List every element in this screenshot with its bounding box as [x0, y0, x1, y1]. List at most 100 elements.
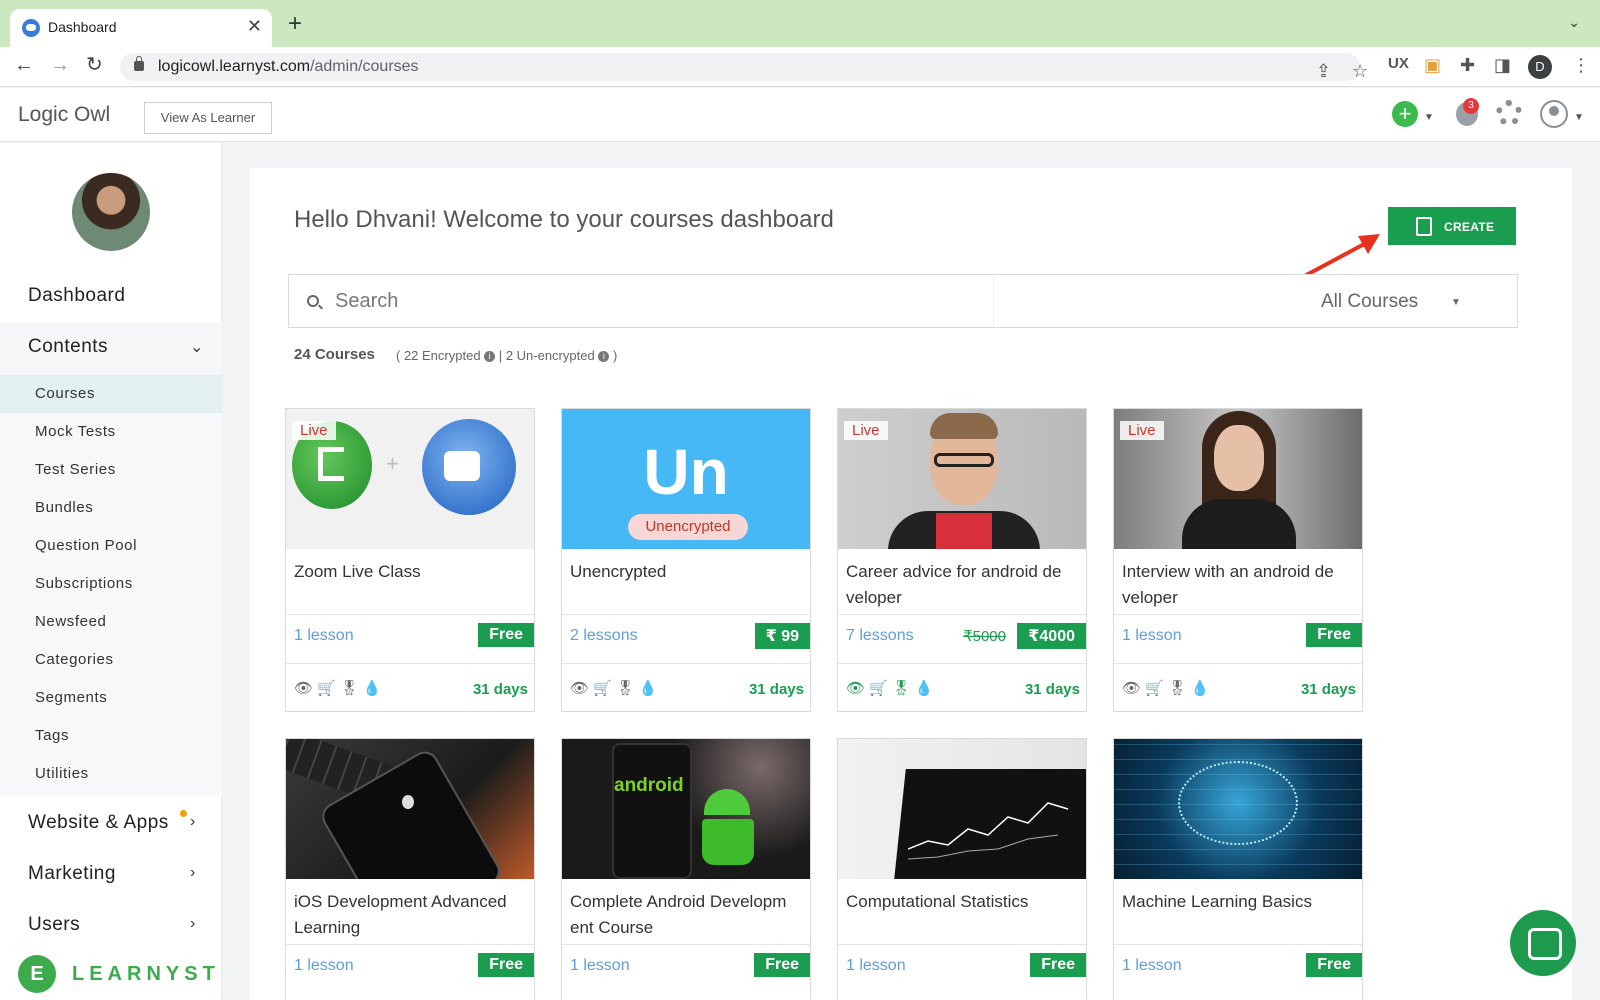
android-image[interactable]: android — [562, 739, 810, 879]
sidepanel-icon[interactable]: ◨ — [1494, 56, 1511, 74]
course-status-icons[interactable]: 👁🛒🎖💧 — [570, 679, 661, 697]
sidebar-item-segments[interactable]: Segments — [35, 689, 107, 706]
sidebar-item-users[interactable]: Users — [28, 914, 80, 936]
course-status-icons[interactable]: 👁🛒🎖💧 — [846, 679, 937, 697]
bookmark-star-icon[interactable]: ☆ — [1352, 62, 1368, 80]
course-title[interactable]: Interview with an android de veloper — [1122, 559, 1358, 611]
sidebar-item-tags[interactable]: Tags — [35, 727, 69, 744]
course-card[interactable]: Live Interview with an android de velope… — [1113, 408, 1363, 712]
url-text: logicowl.learnyst.com/admin/courses — [158, 58, 419, 76]
sidebar: Dashboard Contents ⌄ Courses Mock Tests … — [0, 143, 222, 1000]
course-card[interactable]: Machine Learning Basics 1 lesson Free — [1113, 738, 1363, 1000]
reload-icon[interactable]: ↻ — [86, 55, 103, 75]
user-caret-icon[interactable]: ▼ — [1574, 112, 1584, 123]
machine-learning-image[interactable] — [1114, 739, 1362, 879]
learnyst-wordmark: LEARNYST — [72, 963, 220, 985]
sidebar-item-mock-tests[interactable]: Mock Tests — [35, 423, 116, 440]
brand-name[interactable]: Logic Owl — [18, 103, 110, 127]
screenshot-extension-icon[interactable]: ▣ — [1424, 56, 1441, 74]
course-title[interactable]: Machine Learning Basics — [1122, 889, 1358, 915]
chat-support-icon[interactable] — [1510, 910, 1576, 976]
chevron-right-icon[interactable]: › — [190, 915, 195, 933]
forward-icon[interactable]: → — [50, 55, 70, 75]
sidebar-item-courses[interactable]: Courses — [35, 385, 95, 402]
course-title[interactable]: Computational Statistics — [846, 889, 1082, 915]
sidebar-item-bundles[interactable]: Bundles — [35, 499, 93, 516]
share-icon[interactable]: ⇪ — [1316, 62, 1331, 80]
view-as-learner-button[interactable]: View As Learner — [144, 102, 272, 134]
add-plus-icon[interactable]: + — [1392, 101, 1418, 127]
career-advice-image[interactable]: Live — [838, 409, 1086, 549]
course-title[interactable]: Complete Android Developm ent Course — [570, 889, 806, 941]
course-title[interactable]: iOS Development Advanced Learning — [294, 889, 530, 941]
lesson-count[interactable]: 1 lesson — [846, 957, 906, 975]
course-status-icons[interactable]: 👁🛒🎖💧 — [1122, 679, 1213, 697]
original-price: ₹5000 — [963, 628, 1006, 645]
info-icon[interactable]: i — [484, 351, 496, 363]
course-card[interactable]: Live Career advice for android de velope… — [837, 408, 1087, 712]
add-caret-icon[interactable]: ▼ — [1424, 112, 1434, 123]
info-icon[interactable]: i — [598, 351, 610, 363]
image-text: Un — [643, 436, 729, 508]
zoom-class-image[interactable]: + Live — [286, 409, 534, 549]
sidebar-item-contents[interactable]: Contents — [28, 336, 108, 358]
lesson-count[interactable]: 1 lesson — [570, 957, 630, 975]
sidebar-item-question-pool[interactable]: Question Pool — [35, 537, 137, 554]
sidebar-item-categories[interactable]: Categories — [35, 651, 114, 668]
close-tab-icon[interactable]: ✕ — [247, 16, 262, 37]
back-icon[interactable]: ← — [14, 55, 34, 75]
notification-badge: 3 — [1463, 98, 1479, 114]
filter-caret-icon[interactable]: ▼ — [1451, 297, 1461, 308]
plus-icon: + — [386, 451, 399, 476]
sidebar-item-test-series[interactable]: Test Series — [35, 461, 116, 478]
user-menu-icon[interactable] — [1540, 100, 1568, 128]
sidebar-item-subscriptions[interactable]: Subscriptions — [35, 575, 133, 592]
course-card[interactable]: iOS Development Advanced Learning 1 less… — [285, 738, 535, 1000]
lesson-count[interactable]: 1 lesson — [294, 627, 354, 645]
chevron-right-icon[interactable]: › — [190, 813, 195, 831]
browser-profile-avatar[interactable]: D — [1528, 55, 1552, 79]
chevron-down-icon[interactable]: ⌄ — [190, 337, 203, 357]
glasses-icon — [934, 453, 994, 467]
unencrypted-image[interactable]: Un Unencrypted — [562, 409, 810, 549]
search-input[interactable] — [335, 287, 935, 315]
new-tab-button[interactable]: + — [288, 12, 302, 36]
extensions-puzzle-icon[interactable]: ✚ — [1460, 56, 1475, 74]
course-title[interactable]: Zoom Live Class — [294, 559, 530, 585]
price-badge: Free — [1306, 623, 1362, 647]
lesson-count[interactable]: 7 lessons — [846, 627, 914, 645]
create-button[interactable]: CREATE — [1388, 207, 1516, 245]
statistics-image[interactable] — [838, 739, 1086, 879]
course-card[interactable]: Computational Statistics 1 lesson Free — [837, 738, 1087, 1000]
sidebar-item-dashboard[interactable]: Dashboard — [28, 285, 125, 307]
sidebar-item-newsfeed[interactable]: Newsfeed — [35, 613, 107, 630]
browser-menu-icon[interactable]: ⋮ — [1572, 56, 1590, 74]
course-card[interactable]: android Complete Android Developm ent Co… — [561, 738, 811, 1000]
sidebar-active-highlight — [0, 375, 222, 413]
sidebar-item-marketing[interactable]: Marketing — [28, 863, 116, 885]
price-badge: Free — [478, 953, 534, 977]
course-title[interactable]: Career advice for android de veloper — [846, 559, 1082, 611]
interview-image[interactable]: Live — [1114, 409, 1362, 549]
lesson-count[interactable]: 1 lesson — [1122, 957, 1182, 975]
avatar[interactable] — [72, 173, 150, 251]
ux-extension-icon[interactable]: UX — [1388, 56, 1409, 71]
sidebar-item-utilities[interactable]: Utilities — [35, 765, 89, 782]
sidebar-item-website-apps[interactable]: Website & Apps — [28, 812, 169, 834]
chevron-right-icon[interactable]: › — [190, 864, 195, 882]
course-status-icons[interactable]: 👁🛒🎖💧 — [294, 679, 385, 697]
lesson-count[interactable]: 1 lesson — [1122, 627, 1182, 645]
course-filter-select[interactable]: All Courses — [1321, 291, 1418, 313]
ios-image[interactable] — [286, 739, 534, 879]
url-field[interactable]: logicowl.learnyst.com/admin/courses ⇪ ☆ — [120, 53, 1368, 81]
course-title[interactable]: Unencrypted — [570, 559, 806, 585]
browser-tab[interactable]: Dashboard ✕ — [10, 9, 272, 47]
course-card[interactable]: + Live Zoom Live Class 1 lesson Free 👁🛒🎖… — [285, 408, 535, 712]
live-tag: Live — [1120, 421, 1164, 440]
course-card[interactable]: Un Unencrypted Unencrypted 2 lessons ₹ 9… — [561, 408, 811, 712]
tab-search-icon[interactable]: ⌄ — [1568, 14, 1580, 31]
help-lifebuoy-icon[interactable] — [1496, 100, 1522, 126]
blazer-shape — [1182, 499, 1296, 549]
lesson-count[interactable]: 1 lesson — [294, 957, 354, 975]
lesson-count[interactable]: 2 lessons — [570, 627, 638, 645]
